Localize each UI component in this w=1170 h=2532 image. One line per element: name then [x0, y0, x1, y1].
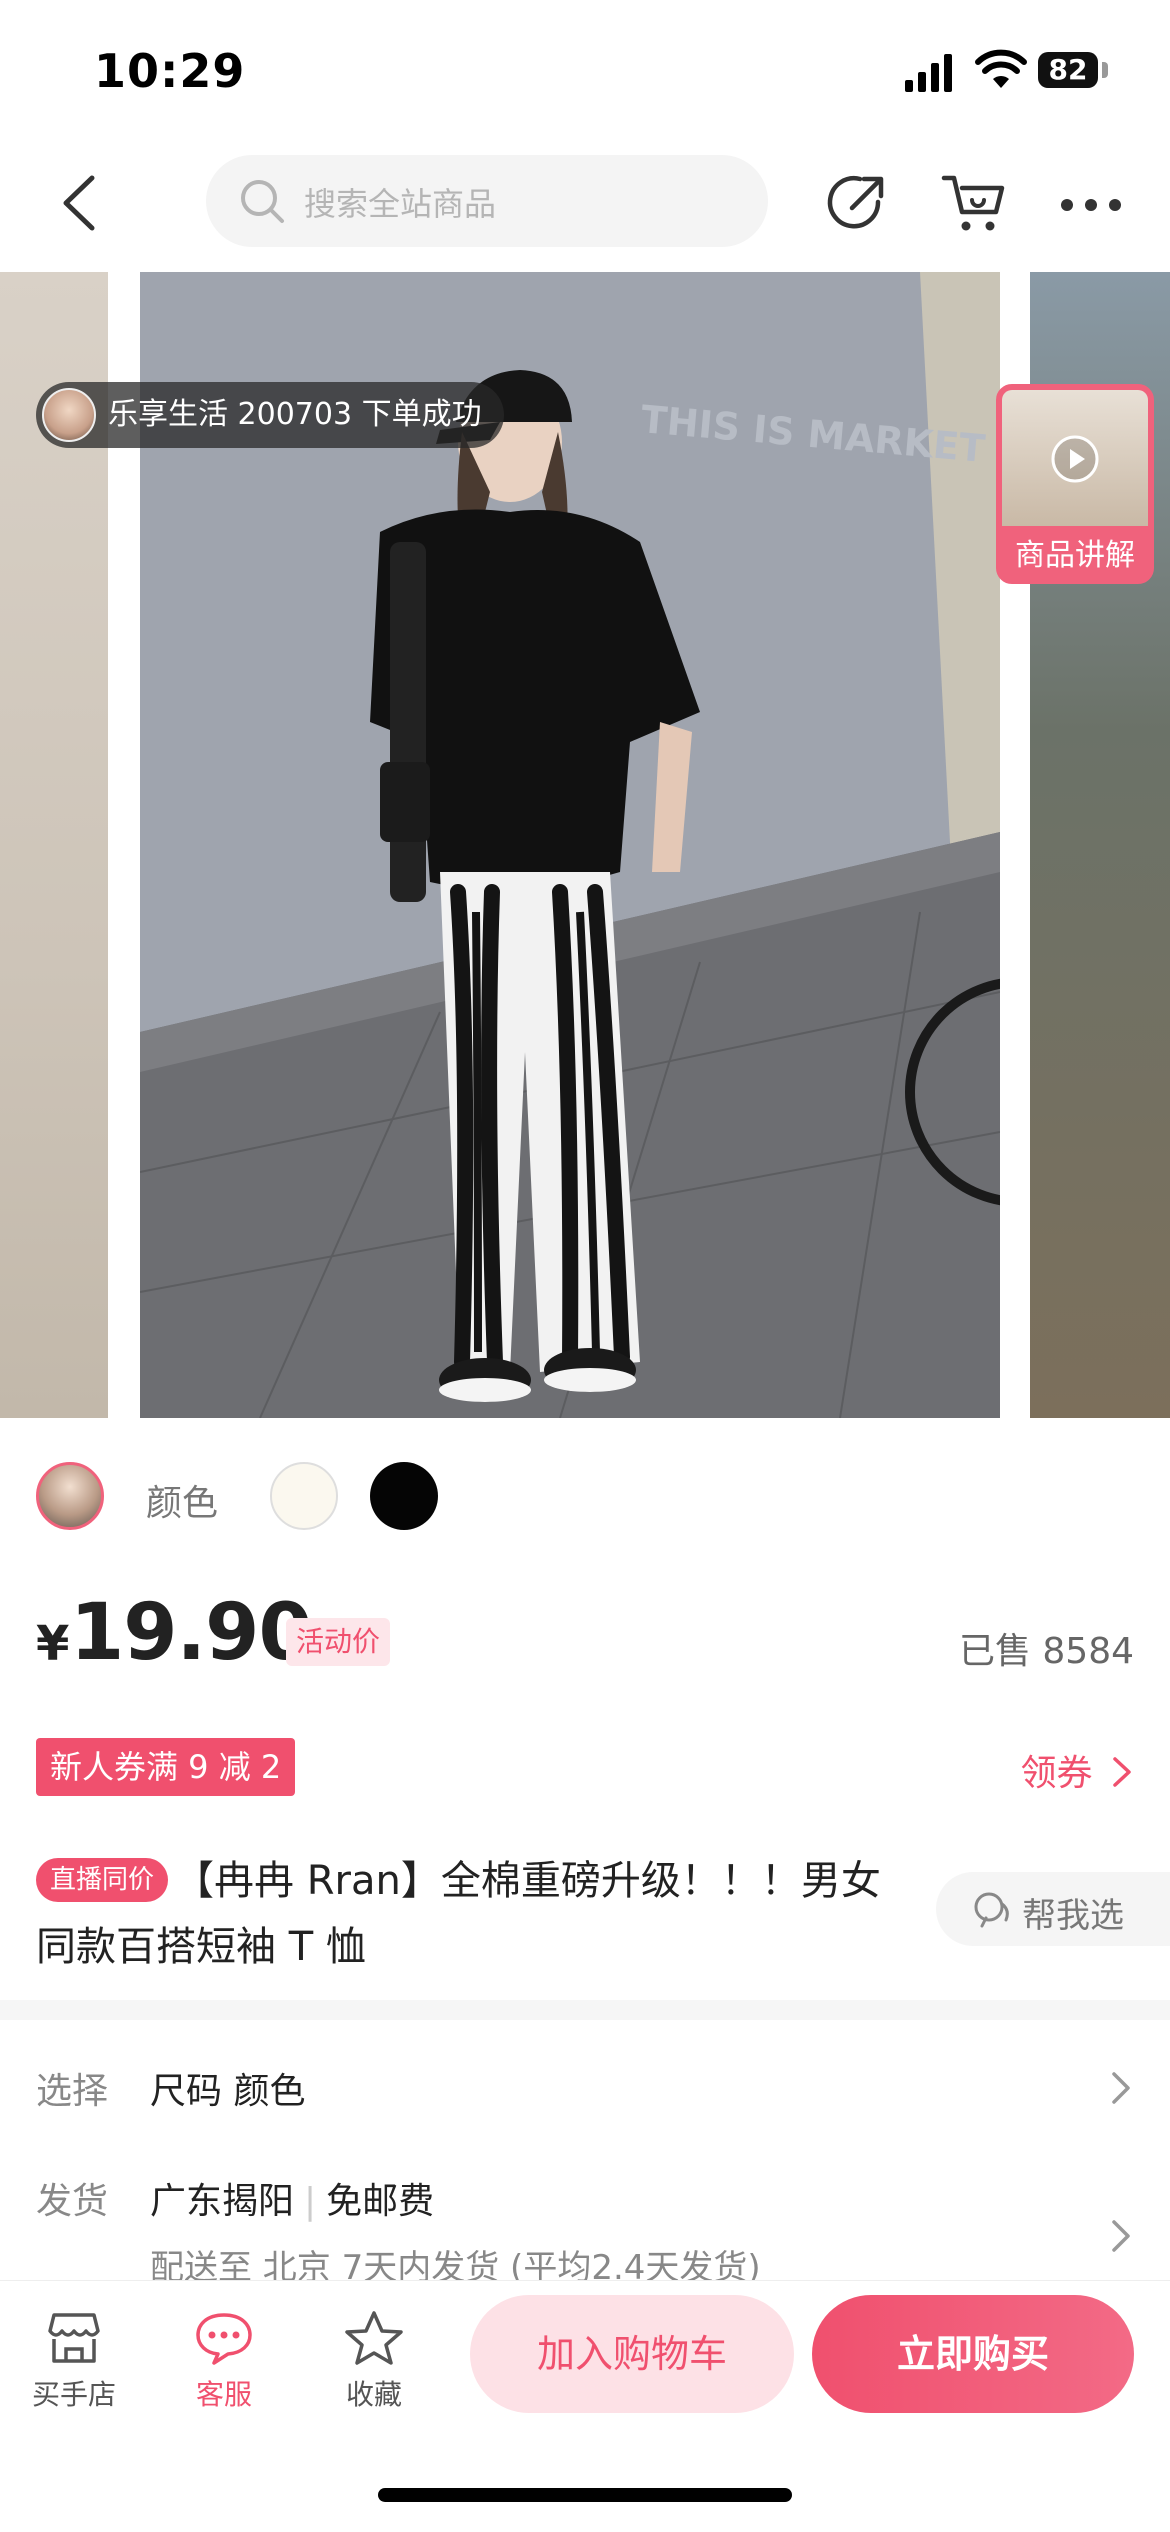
spec-select-key: 选择	[36, 2071, 109, 2112]
recent-order-toast: 乐享生活 200703 下单成功	[36, 382, 504, 448]
search-icon	[241, 180, 284, 223]
tab-store-label: 买手店	[31, 2378, 116, 2411]
tab-customer-service-label: 客服	[195, 2378, 252, 2411]
shipping-fee: 免邮费	[326, 2181, 435, 2222]
status-time: 10:29	[94, 44, 246, 98]
color-label: 颜色	[146, 1483, 219, 1524]
battery-tip	[1102, 62, 1108, 78]
share-icon[interactable]	[826, 172, 888, 234]
chat-icon	[196, 2313, 252, 2365]
color-swatch-white[interactable]	[270, 1462, 338, 1530]
tab-customer-service[interactable]: 客服	[164, 2309, 284, 2413]
tab-favorite[interactable]: 收藏	[314, 2309, 434, 2413]
product-gallery[interactable]: THIS IS MARKET PROJECT	[0, 272, 1170, 1418]
live-price-tag: 直播同价	[36, 1858, 169, 1902]
price-amount: 19.90	[70, 1588, 313, 1678]
cart-icon[interactable]	[940, 170, 1006, 236]
price-currency: ¥	[36, 1616, 70, 1672]
sold-count: 已售 8584	[958, 1631, 1134, 1672]
search-input[interactable]: 搜索全站商品	[206, 155, 768, 247]
color-selector: 颜色	[0, 1440, 1170, 1550]
product-title-block: 直播同价 【冉冉 Rran】全棉重磅升级！！！男女同款百搭短袖 T 恤	[36, 1848, 916, 1980]
color-swatch-black[interactable]	[370, 1462, 438, 1530]
buyer-avatar	[42, 388, 96, 442]
status-bar: 10:29 82	[0, 0, 1170, 140]
add-to-cart-button[interactable]: 加入购物车	[470, 2295, 794, 2413]
tab-favorite-label: 收藏	[345, 2378, 402, 2411]
coupon-row: 新人券满 9 减 2 领券	[0, 1734, 1170, 1804]
help-me-choose-button[interactable]: 帮我选	[936, 1872, 1170, 1946]
help-me-choose-label: 帮我选	[1022, 1896, 1124, 1936]
play-icon	[1051, 435, 1099, 483]
promo-price-tag: 活动价	[286, 1618, 391, 1666]
spec-select-value: 尺码 颜色	[150, 2071, 306, 2112]
home-indicator[interactable]	[378, 2488, 792, 2502]
wifi-icon	[975, 49, 1027, 88]
search-placeholder: 搜索全站商品	[304, 185, 497, 223]
price-row: ¥ 19.90 活动价 已售 8584	[0, 1580, 1170, 1690]
chevron-right-icon	[1112, 2072, 1130, 2104]
video-label: 商品讲解	[1015, 538, 1135, 573]
claim-coupon-link[interactable]: 领券	[1021, 1744, 1134, 1796]
cellular-signal-icon	[905, 54, 952, 92]
back-icon[interactable]	[50, 170, 110, 236]
shipping-row[interactable]: 发货 广东揭阳 | 免邮费	[0, 2152, 1170, 2252]
buy-now-button[interactable]: 立即购买	[812, 2295, 1134, 2413]
more-icon[interactable]	[1058, 180, 1124, 230]
new-user-coupon-tag: 新人券满 9 减 2	[36, 1738, 296, 1796]
battery-indicator: 82	[1038, 52, 1098, 88]
star-icon	[345, 2311, 403, 2365]
spec-select-row[interactable]: 选择 尺码 颜色	[0, 2042, 1170, 2132]
product-video-button[interactable]: 商品讲解	[996, 384, 1154, 584]
recent-order-text: 乐享生活 200703 下单成功	[108, 397, 482, 432]
chevron-right-icon	[1113, 1757, 1131, 1787]
color-thumb-selected[interactable]	[36, 1462, 104, 1530]
chat-bubble-icon	[974, 1892, 1009, 1928]
claim-coupon-label: 领券	[1020, 1753, 1093, 1794]
shipping-value: 广东揭阳 | 免邮费	[150, 2181, 435, 2222]
chevron-right-icon	[1112, 2220, 1130, 2252]
shipping-key: 发货	[36, 2181, 109, 2222]
tab-store[interactable]: 买手店	[14, 2309, 134, 2413]
top-nav: 搜索全站商品	[0, 140, 1170, 270]
section-divider	[0, 2000, 1170, 2020]
store-icon	[48, 2313, 100, 2363]
shipping-origin: 广东揭阳	[150, 2181, 295, 2222]
